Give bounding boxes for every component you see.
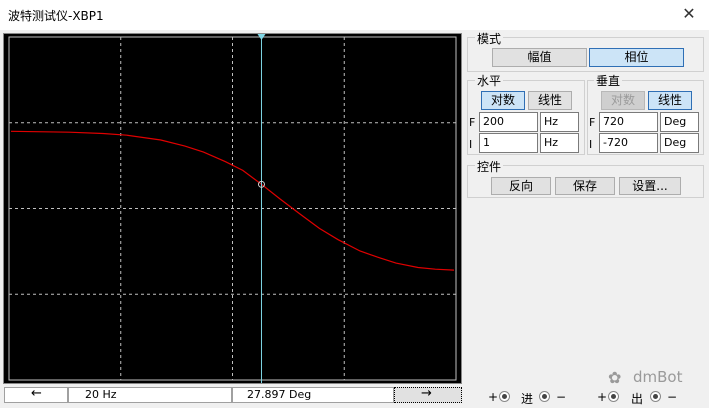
close-icon[interactable]: ✕ (677, 2, 701, 26)
vertical-label: 垂直 (594, 72, 623, 89)
vertical-final-unit[interactable]: Deg (660, 112, 699, 132)
left-arrow-icon: ← (31, 386, 42, 401)
horizontal-log-button[interactable]: 对数 (481, 91, 525, 110)
mode-label: 模式 (475, 30, 504, 47)
wechat-icon: ✿ (608, 368, 622, 387)
y-readout-box: 27.897 Deg (232, 387, 394, 403)
vertical-initial-unit[interactable]: Deg (660, 133, 699, 153)
horizontal-initial-label: I (469, 138, 473, 151)
reverse-button[interactable]: 反向 (491, 177, 551, 195)
y-readout: 27.897 Deg (247, 388, 312, 401)
magnitude-button[interactable]: 幅值 (492, 48, 587, 67)
settings-button[interactable]: 设置... (619, 177, 681, 195)
horizontal-final-input[interactable]: 200 (479, 112, 538, 132)
horizontal-initial-unit[interactable]: Hz (540, 133, 579, 153)
output-plus-terminal[interactable] (608, 390, 619, 404)
horizontal-linear-button[interactable]: 线性 (528, 91, 572, 110)
watermark-text: dmBot (633, 368, 683, 386)
cursor-left-button[interactable]: ← (4, 387, 68, 403)
input-plus-terminal[interactable] (499, 390, 510, 404)
input-label: 进 (521, 392, 534, 406)
cursor-right-button[interactable]: → (394, 387, 462, 403)
input-minus-terminal[interactable] (539, 390, 550, 404)
vertical-log-button[interactable]: 对数 (601, 91, 645, 110)
output-minus-terminal[interactable] (650, 390, 661, 404)
output-plus-label: + (597, 390, 608, 404)
plot-canvas (8, 34, 457, 383)
output-minus-label: − (667, 390, 678, 404)
vertical-initial-input[interactable]: -720 (599, 133, 658, 153)
x-readout: 20 Hz (85, 388, 117, 401)
horizontal-final-unit[interactable]: Hz (540, 112, 579, 132)
phase-button[interactable]: 相位 (589, 48, 684, 67)
x-readout-box: 20 Hz (68, 387, 232, 403)
bode-plot-display[interactable] (3, 33, 462, 384)
output-label: 出 (631, 392, 644, 406)
vertical-initial-label: I (589, 138, 593, 151)
right-arrow-icon: → (421, 386, 432, 401)
vertical-linear-button[interactable]: 线性 (648, 91, 692, 110)
horizontal-label: 水平 (475, 72, 504, 89)
input-plus-label: + (488, 390, 499, 404)
save-button[interactable]: 保存 (555, 177, 615, 195)
controls-label: 控件 (475, 158, 504, 175)
input-minus-label: − (556, 390, 567, 404)
vertical-final-input[interactable]: 720 (599, 112, 658, 132)
horizontal-initial-input[interactable]: 1 (479, 133, 538, 153)
horizontal-final-label: F (469, 116, 476, 129)
vertical-final-label: F (589, 116, 596, 129)
title-bar: 波特测试仪-XBP1 ✕ (0, 0, 709, 30)
window-title: 波特测试仪-XBP1 (8, 9, 104, 23)
